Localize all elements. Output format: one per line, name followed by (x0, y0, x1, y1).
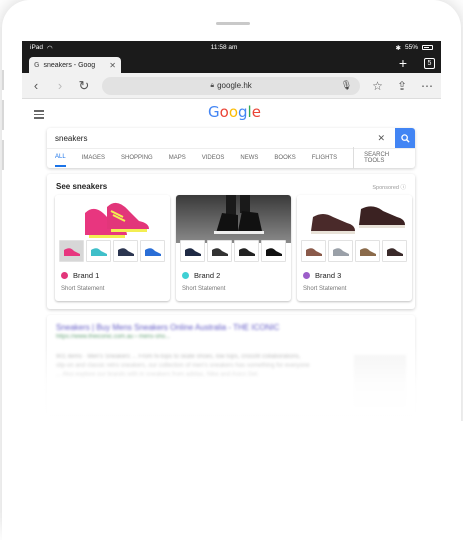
tab-news[interactable]: NEWS (240, 150, 258, 166)
bookmark-star-icon[interactable]: ☆ (372, 79, 383, 93)
search-input[interactable]: sneakers (55, 134, 377, 143)
product-brand: Brand 3 (315, 271, 342, 280)
product-thumbnail[interactable] (382, 240, 407, 262)
hamburger-menu-icon[interactable] (34, 110, 44, 121)
product-statement: Short Statement (182, 286, 226, 292)
speaker-slot (216, 22, 250, 25)
back-icon[interactable]: ‹ (30, 78, 42, 93)
screen: iPad ◠ 11:58 am ✱ 55% G sneakers - Goog … (22, 41, 441, 421)
blank-area (2, 421, 463, 540)
close-tab-icon[interactable]: ✕ (109, 61, 116, 70)
search-tools-button[interactable]: SEARCH TOOLS (353, 146, 407, 169)
search-filter-tabs: ALL IMAGES SHOPPING MAPS VIDEOS NEWS BOO… (47, 146, 415, 169)
product-thumbnail[interactable] (113, 240, 138, 262)
wifi-icon: ◠ (47, 44, 53, 52)
sponsored-label[interactable]: Sponsored ⓘ (372, 183, 406, 191)
side-button (2, 70, 4, 90)
battery-percent: 55% (404, 44, 418, 51)
product-thumbnail[interactable] (180, 240, 205, 262)
product-thumbnail[interactable] (261, 240, 286, 262)
tab-videos[interactable]: VIDEOS (202, 150, 225, 166)
brand-color-dot (303, 272, 310, 279)
device-label: iPad (30, 44, 44, 51)
share-icon[interactable]: ⇪ (397, 79, 407, 93)
reload-icon[interactable]: ↻ (78, 78, 90, 94)
product-image[interactable] (297, 195, 412, 243)
product-card[interactable]: Brand 2 Short Statement (176, 195, 291, 301)
brand-color-dot (182, 272, 189, 279)
battery-icon (422, 45, 433, 50)
microphone-icon[interactable]: 🎙︎ (341, 80, 352, 91)
product-brand: Brand 2 (194, 271, 221, 280)
lock-icon: 🔒︎ (210, 81, 215, 89)
product-thumbnail[interactable] (301, 240, 326, 262)
tab-books[interactable]: BOOKS (274, 150, 295, 166)
google-logo[interactable]: Google (208, 103, 261, 121)
search-icon (400, 133, 410, 143)
search-box: sneakers ✕ ALL IMAGES SHOPPING MAPS VIDE… (47, 128, 415, 169)
forward-icon[interactable]: › (54, 78, 66, 93)
status-bar: iPad ◠ 11:58 am ✱ 55% (22, 41, 441, 54)
shopping-title: See sneakers (56, 182, 108, 191)
tab-bar: G sneakers - Goog ✕ + 5 (22, 54, 441, 73)
result-title[interactable]: Sneakers | Buy Mens Sneakers Online Aust… (56, 323, 279, 332)
product-statement: Short Statement (303, 286, 347, 292)
more-menu-icon[interactable]: ⋯ (421, 79, 433, 93)
product-thumbnail[interactable] (140, 240, 165, 262)
product-statement: Short Statement (61, 286, 105, 292)
url-text: google.hk (217, 81, 252, 90)
product-thumbnail[interactable] (355, 240, 380, 262)
product-thumbnail[interactable] (59, 240, 84, 262)
tab-maps[interactable]: MAPS (169, 150, 186, 166)
search-button[interactable] (395, 128, 415, 148)
product-card[interactable]: Brand 3 Short Statement (297, 195, 412, 301)
brand-color-dot (61, 272, 68, 279)
status-time: 11:58 am (210, 44, 238, 51)
result-url: https://www.theiconic.com.au › mens-sho.… (56, 334, 171, 340)
result-snippet: 901 items · Men's Sneakers ... From hi-t… (56, 354, 310, 378)
tablet-frame: iPad ◠ 11:58 am ✱ 55% G sneakers - Goog … (2, 0, 463, 540)
clear-search-icon[interactable]: ✕ (377, 133, 385, 144)
shopping-carousel: See sneakers Sponsored ⓘ Brand 1 Short S… (47, 174, 415, 309)
tab-title: sneakers - Goog (43, 61, 96, 69)
url-field[interactable]: 🔒︎ google.hk 🎙︎ (102, 76, 361, 95)
product-brand: Brand 1 (73, 271, 100, 280)
tab-shopping[interactable]: SHOPPING (121, 150, 153, 166)
result-thumbnail[interactable] (354, 355, 406, 407)
product-thumbnail[interactable] (328, 240, 353, 262)
bluetooth-icon: ✱ (395, 44, 401, 52)
tab-all[interactable]: ALL (55, 149, 66, 167)
product-card[interactable]: Brand 1 Short Statement (55, 195, 170, 301)
info-icon: ⓘ (400, 185, 406, 191)
tab-images[interactable]: IMAGES (82, 150, 105, 166)
tab-count-button[interactable]: 5 (424, 58, 435, 69)
product-thumbnail[interactable] (234, 240, 259, 262)
address-bar: ‹ › ↻ 🔒︎ google.hk 🎙︎ ☆ ⇪ ⋯ (22, 73, 441, 99)
product-thumbnail[interactable] (207, 240, 232, 262)
tab-flights[interactable]: FLIGHTS (312, 150, 337, 166)
browser-tab[interactable]: G sneakers - Goog ✕ (29, 57, 121, 73)
new-tab-icon[interactable]: + (399, 55, 407, 71)
product-image[interactable] (176, 195, 291, 243)
side-button (2, 140, 4, 170)
search-result[interactable]: Sneakers | Buy Mens Sneakers Online Aust… (47, 315, 415, 415)
side-button (2, 100, 4, 130)
product-image[interactable] (55, 195, 170, 243)
product-thumbnail[interactable] (86, 240, 111, 262)
google-favicon-icon: G (34, 61, 40, 69)
google-page: Google sneakers ✕ ALL IMAGES SHOPPING MA… (22, 99, 441, 415)
